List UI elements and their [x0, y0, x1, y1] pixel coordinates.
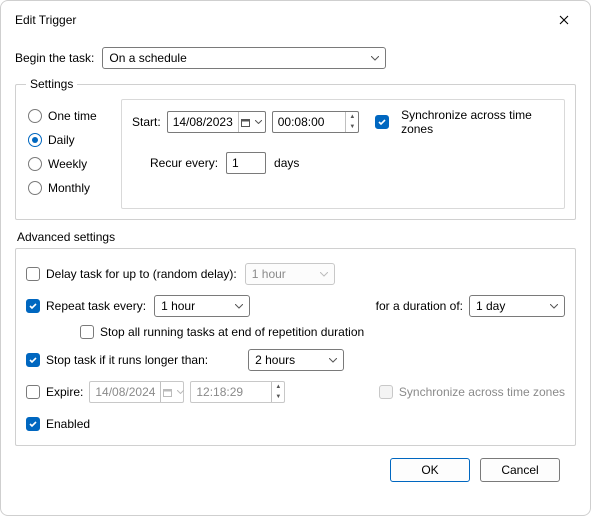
stop-if-label: Stop task if it runs longer than:: [46, 353, 208, 367]
chevron-down-icon: [323, 358, 337, 363]
expire-date-field: 14/08/2024: [89, 381, 184, 403]
expire-date-value: 14/08/2024: [90, 385, 160, 399]
frequency-column: One time Daily Weekly Monthly: [26, 99, 121, 209]
cancel-button[interactable]: Cancel: [480, 458, 560, 482]
start-panel: Start: 14/08/2023 00:08:00 ▲▼ Sy: [121, 99, 565, 209]
repeat-value: 1 hour: [161, 299, 229, 313]
spin-up-icon: ▲: [272, 382, 284, 392]
radio-weekly[interactable]: Weekly: [28, 157, 121, 171]
recur-value: 1: [232, 156, 239, 170]
radio-label: One time: [48, 109, 97, 123]
start-time-field[interactable]: 00:08:00 ▲▼: [272, 111, 360, 133]
radio-icon: [28, 133, 42, 147]
stop-if-select[interactable]: 2 hours: [248, 349, 344, 371]
sync-label: Synchronize across time zones: [401, 108, 554, 136]
repeat-select[interactable]: 1 hour: [154, 295, 250, 317]
delay-value: 1 hour: [252, 267, 314, 281]
stop-all-checkbox[interactable]: [80, 325, 94, 339]
chevron-down-icon: [314, 272, 328, 277]
start-date-value: 14/08/2023: [168, 115, 238, 129]
stop-all-label: Stop all running tasks at end of repetit…: [100, 325, 364, 339]
stop-if-checkbox[interactable]: [26, 353, 40, 367]
advanced-group: Delay task for up to (random delay): 1 h…: [15, 248, 576, 446]
advanced-legend: Advanced settings: [17, 230, 576, 244]
expire-time-field: 12:18:29 ▲▼: [190, 381, 285, 403]
duration-select[interactable]: 1 day: [469, 295, 565, 317]
close-button[interactable]: [550, 9, 578, 31]
chevron-down-icon: [229, 304, 243, 309]
chevron-down-icon: [365, 56, 379, 61]
begin-row: Begin the task: On a schedule: [15, 47, 576, 69]
repeat-label: Repeat task every:: [46, 299, 146, 313]
duration-label: for a duration of:: [376, 299, 463, 313]
spin-down-icon[interactable]: ▼: [346, 122, 358, 132]
calendar-icon[interactable]: [239, 112, 252, 132]
begin-select-value: On a schedule: [109, 51, 365, 65]
start-label: Start:: [132, 115, 161, 129]
duration-value: 1 day: [476, 299, 544, 313]
repeat-checkbox[interactable]: [26, 299, 40, 313]
close-icon: [559, 15, 569, 25]
ok-button[interactable]: OK: [390, 458, 470, 482]
recur-value-field[interactable]: 1: [226, 152, 266, 174]
radio-daily[interactable]: Daily: [28, 133, 121, 147]
radio-icon: [28, 109, 42, 123]
time-spinner: ▲▼: [271, 382, 284, 402]
window-title: Edit Trigger: [15, 13, 76, 27]
chevron-down-icon: [544, 304, 558, 309]
spin-up-icon[interactable]: ▲: [346, 112, 358, 122]
begin-select[interactable]: On a schedule: [102, 47, 386, 69]
enabled-label: Enabled: [46, 417, 90, 431]
start-time-value: 00:08:00: [273, 115, 346, 129]
expire-checkbox[interactable]: [26, 385, 40, 399]
chevron-down-icon: [174, 382, 187, 402]
recur-unit: days: [274, 156, 299, 170]
dialog-footer: OK Cancel: [15, 446, 576, 482]
settings-group: Settings One time Daily Weekly Monthly S…: [15, 77, 576, 220]
delay-checkbox[interactable]: [26, 267, 40, 281]
chevron-down-icon[interactable]: [252, 112, 265, 132]
time-spinner[interactable]: ▲▼: [345, 112, 358, 132]
expire-sync-checkbox: [379, 385, 393, 399]
delay-select: 1 hour: [245, 263, 335, 285]
sync-checkbox[interactable]: [375, 115, 389, 129]
expire-label: Expire:: [46, 385, 83, 399]
radio-label: Weekly: [48, 157, 87, 171]
recur-label: Recur every:: [150, 156, 218, 170]
delay-label: Delay task for up to (random delay):: [46, 267, 237, 281]
title-bar: Edit Trigger: [1, 1, 590, 35]
radio-monthly[interactable]: Monthly: [28, 181, 121, 195]
radio-label: Monthly: [48, 181, 90, 195]
radio-icon: [28, 157, 42, 171]
radio-icon: [28, 181, 42, 195]
radio-one-time[interactable]: One time: [28, 109, 121, 123]
expire-time-value: 12:18:29: [191, 385, 271, 399]
settings-legend: Settings: [26, 77, 77, 91]
radio-label: Daily: [48, 133, 75, 147]
begin-label: Begin the task:: [15, 51, 94, 65]
enabled-checkbox[interactable]: [26, 417, 40, 431]
spin-down-icon: ▼: [272, 392, 284, 402]
start-date-field[interactable]: 14/08/2023: [167, 111, 266, 133]
stop-if-value: 2 hours: [255, 353, 323, 367]
calendar-icon: [161, 382, 174, 402]
expire-sync-label: Synchronize across time zones: [399, 385, 565, 399]
